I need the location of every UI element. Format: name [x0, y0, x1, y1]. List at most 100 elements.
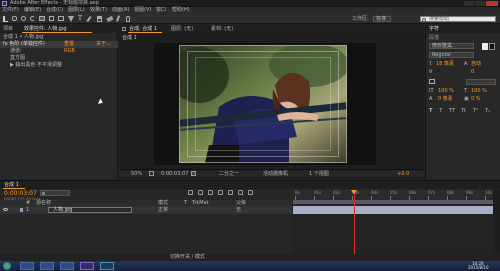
faux-italic-button[interactable]: T	[439, 109, 442, 114]
minimize-button[interactable]	[464, 1, 474, 6]
taskbar-media-icon[interactable]	[60, 262, 74, 270]
eraser-tool-icon[interactable]	[106, 15, 114, 23]
taskbar-ps-icon[interactable]	[100, 262, 114, 270]
layer-name: 人物.jpg	[53, 207, 73, 213]
eyedropper-icon[interactable]	[482, 43, 488, 50]
layer-parent[interactable]: 无	[236, 208, 241, 213]
motion-blur-icon[interactable]	[228, 190, 233, 195]
camera-tool-icon[interactable]	[39, 16, 45, 21]
type-tool-icon[interactable]: T	[78, 16, 82, 22]
vertical-scale-value[interactable]: 100 %	[438, 89, 454, 94]
draft-3d-icon[interactable]	[198, 190, 203, 195]
menu-help[interactable]: 帮助(H)	[172, 8, 190, 13]
toggle-switches-modes[interactable]: 切换开关 / 模式	[170, 255, 205, 260]
playhead-handle-icon[interactable]	[351, 190, 357, 194]
viewer-subtab[interactable]: 合成 1	[122, 36, 137, 41]
menu-file[interactable]: 文件(F)	[2, 8, 19, 13]
timeline-search-field[interactable]	[40, 190, 70, 196]
layer-mode[interactable]: 正常	[158, 208, 168, 213]
start-button-icon[interactable]	[3, 262, 11, 270]
taskbar-ae-icon[interactable]	[80, 262, 94, 270]
brainstorm-icon[interactable]	[238, 190, 243, 195]
effect-reset-link[interactable]: 重置	[64, 42, 74, 47]
tsume-value[interactable]: 0 %	[471, 97, 481, 102]
search-help-field[interactable]: 搜索帮助	[420, 16, 496, 22]
zoom-tool-icon[interactable]	[21, 16, 26, 21]
grid-icon[interactable]	[149, 171, 154, 176]
font-family-value: 微软雅黑	[432, 43, 453, 49]
pan-behind-tool-icon[interactable]	[49, 16, 54, 21]
menu-window[interactable]: 窗口	[156, 8, 166, 13]
taskbar: 16:28 2015/8/10	[0, 261, 500, 271]
menu-animation[interactable]: 动画(A)	[112, 8, 129, 13]
roto-brush-tool-icon[interactable]	[116, 15, 123, 23]
channel-label: 通道:	[10, 48, 22, 54]
tracking-value[interactable]: 0	[471, 70, 474, 75]
layer-name-box[interactable]: 人物.jpg	[48, 207, 132, 213]
selection-tool-icon[interactable]	[3, 16, 8, 22]
font-size-value[interactable]: 18 像素	[436, 62, 454, 67]
tab-paragraph[interactable]: 段落	[429, 36, 439, 41]
taskbar-folder-icon[interactable]	[40, 262, 54, 270]
clone-stamp-tool-icon[interactable]	[97, 16, 102, 22]
workspace-select[interactable]: 标准	[373, 16, 391, 22]
visibility-eye-icon[interactable]	[3, 208, 8, 211]
composition-canvas[interactable]	[154, 43, 376, 165]
superscript-button[interactable]: T¹	[473, 109, 478, 114]
timeline-scrollbar[interactable]	[493, 190, 500, 254]
font-style-select[interactable]: Regular	[429, 52, 474, 58]
menu-edit[interactable]: 编辑(E)	[24, 8, 41, 13]
effect-about-link[interactable]: 关于...	[96, 42, 111, 47]
horizontal-scale-value[interactable]: 100 %	[471, 89, 487, 94]
snapshot-icon[interactable]	[191, 171, 196, 176]
leading-value[interactable]: 自动	[471, 62, 481, 67]
taskbar-date[interactable]: 2015/8/10	[468, 266, 489, 270]
viewer-timecode[interactable]: 0:00:03:07	[161, 172, 188, 177]
subscript-button[interactable]: T₁	[485, 109, 490, 114]
small-caps-button[interactable]: Tt	[461, 109, 466, 114]
work-area-bar[interactable]	[293, 200, 493, 204]
exposure-value[interactable]: +0.0	[397, 172, 409, 177]
lock-icon[interactable]	[122, 27, 126, 31]
close-button[interactable]	[486, 1, 498, 6]
pen-tool-icon[interactable]	[68, 16, 74, 22]
comp-mini-flowchart-icon[interactable]	[188, 190, 193, 195]
font-family-select[interactable]: 微软雅黑	[429, 43, 474, 49]
tab-footage[interactable]: 素材: (无)	[211, 27, 233, 32]
menu-composition[interactable]: 合成(C)	[46, 8, 63, 13]
puppet-tool-icon[interactable]	[126, 16, 130, 22]
layer-duration-bar[interactable]	[293, 206, 493, 214]
resolution-select[interactable]: 二分之一	[219, 172, 239, 177]
layer-label-color[interactable]	[20, 208, 23, 212]
vertical-scale-icon: IT	[429, 88, 434, 94]
taskbar-ie-icon[interactable]	[20, 262, 34, 270]
zoom-level[interactable]: 50%	[131, 172, 142, 177]
effect-row-levels[interactable]: fx 色阶 (单独控件) 重置 关于...	[0, 41, 118, 48]
time-ruler[interactable]: 0s 01s 02s 03s 04s 05s 06s 07s 08s 09s 10s	[293, 190, 493, 200]
hand-tool-icon[interactable]	[12, 16, 17, 21]
fill-color-swatch[interactable]	[489, 43, 495, 50]
menu-effect[interactable]: 效果(T)	[90, 8, 107, 13]
tab-project[interactable]: 项目	[3, 27, 13, 32]
camera-select[interactable]: 活动摄像机	[263, 172, 288, 177]
baseline-value[interactable]: 0 像素	[438, 97, 453, 102]
all-caps-button[interactable]: TT	[449, 109, 455, 114]
stroke-option[interactable]	[466, 79, 496, 85]
graph-editor-icon[interactable]	[248, 190, 253, 195]
rotate-tool-icon[interactable]	[30, 16, 35, 21]
channel-value[interactable]: RGB	[64, 49, 75, 54]
playhead[interactable]	[351, 190, 357, 254]
layer-row[interactable]: 1 人物.jpg 正常 无	[0, 206, 292, 214]
views-select[interactable]: 1 个视图	[309, 172, 329, 177]
timeline-tabbar: 合成 1	[0, 181, 500, 189]
menu-layer[interactable]: 图层(L)	[68, 8, 85, 13]
brush-tool-icon[interactable]	[86, 15, 92, 23]
tab-layer[interactable]: 图层: (无)	[171, 27, 193, 32]
tab-character[interactable]: 字符	[429, 27, 439, 32]
menu-view[interactable]: 视图(V)	[134, 8, 151, 13]
rectangle-tool-icon[interactable]	[58, 16, 64, 21]
shy-layers-icon[interactable]	[208, 190, 213, 195]
faux-bold-button[interactable]: T	[429, 109, 432, 114]
frame-blending-icon[interactable]	[218, 190, 223, 195]
maximize-button[interactable]	[475, 1, 485, 6]
